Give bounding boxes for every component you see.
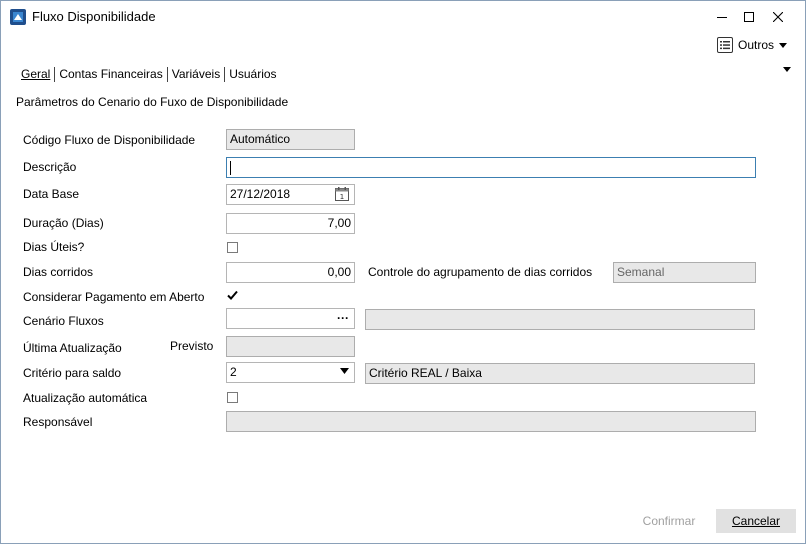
criterio-saldo-value: 2 (230, 365, 237, 379)
controle-agrupamento-field: Semanal (613, 262, 756, 283)
descricao-input[interactable] (226, 157, 756, 178)
minimize-icon (717, 17, 727, 18)
considerar-pagamento-checkbox[interactable] (226, 289, 239, 302)
cenario-fluxos-label: Cenário Fluxos (23, 314, 104, 328)
window-title: Fluxo Disponibilidade (32, 9, 156, 24)
dias-uteis-checkbox[interactable] (227, 242, 238, 253)
dias-corridos-label: Dias corridos (23, 265, 94, 279)
codigo-label: Código Fluxo de Disponibilidade (23, 133, 196, 147)
chevron-down-icon (779, 42, 788, 48)
atualizacao-automatica-label: Atualização automática (23, 391, 148, 405)
responsavel-label: Responsável (23, 415, 93, 429)
svg-text:1: 1 (340, 193, 344, 201)
ultima-atualizacao-field (226, 336, 355, 357)
tab-bar: Geral Contas Financeiras Variáveis Usuár… (17, 64, 281, 84)
maximize-button[interactable] (739, 7, 759, 27)
dias-uteis-label: Dias Úteis? (23, 240, 85, 254)
close-button[interactable] (768, 7, 788, 27)
criterio-saldo-description: Critério REAL / Baixa (365, 363, 755, 384)
title-bar: Fluxo Disponibilidade (1, 1, 805, 32)
tabs-overflow-icon[interactable] (783, 67, 791, 72)
criterio-saldo-label: Critério para saldo (23, 366, 122, 380)
atualizacao-automatica-checkbox[interactable] (227, 392, 238, 403)
data-base-value: 27/12/2018 (230, 187, 291, 201)
codigo-field: Automático (226, 129, 355, 150)
cenario-fluxos-description (365, 309, 755, 330)
cancelar-button[interactable]: Cancelar (716, 509, 796, 533)
outros-label: Outros (738, 38, 775, 52)
duracao-label: Duração (Dias) (23, 216, 104, 230)
minimize-button[interactable] (712, 7, 732, 27)
list-icon (717, 37, 733, 53)
cancelar-label: Cancelar (731, 514, 781, 528)
window: Fluxo Disponibilidade Outros Geral Conta… (0, 0, 806, 544)
tab-contas-financeiras[interactable]: Contas Financeiras (55, 65, 166, 83)
calendar-icon[interactable]: 1 (334, 186, 350, 202)
considerar-pagamento-label: Considerar Pagamento em Aberto (23, 290, 205, 304)
maximize-icon (744, 12, 754, 22)
text-cursor (230, 160, 231, 175)
chevron-down-icon[interactable] (340, 368, 349, 374)
previsto-label: Previsto (170, 339, 214, 353)
tab-geral[interactable]: Geral (17, 65, 54, 83)
controle-agrupamento-label: Controle do agrupamento de dias corridos (368, 265, 593, 279)
responsavel-field (226, 411, 756, 432)
data-base-label: Data Base (23, 187, 80, 201)
descricao-label: Descrição (23, 160, 77, 174)
dias-corridos-input[interactable]: 0,00 (226, 262, 355, 283)
cenario-fluxos-input[interactable] (226, 308, 355, 329)
ellipsis-icon[interactable]: ··· (337, 311, 349, 325)
outros-menu-button[interactable]: Outros (717, 36, 788, 54)
app-icon (10, 9, 26, 25)
tab-usuarios[interactable]: Usuários (225, 65, 280, 83)
close-icon (773, 12, 783, 22)
checkmark-icon (227, 290, 238, 300)
confirmar-button[interactable]: Confirmar (624, 509, 714, 533)
criterio-saldo-select[interactable]: 2 (226, 362, 355, 383)
section-title: Parâmetros do Cenario do Fuxo de Disponi… (16, 95, 289, 109)
duracao-input[interactable]: 7,00 (226, 213, 355, 234)
tab-variaveis[interactable]: Variáveis (168, 65, 224, 83)
ultima-atualizacao-label: Última Atualização (23, 341, 122, 355)
